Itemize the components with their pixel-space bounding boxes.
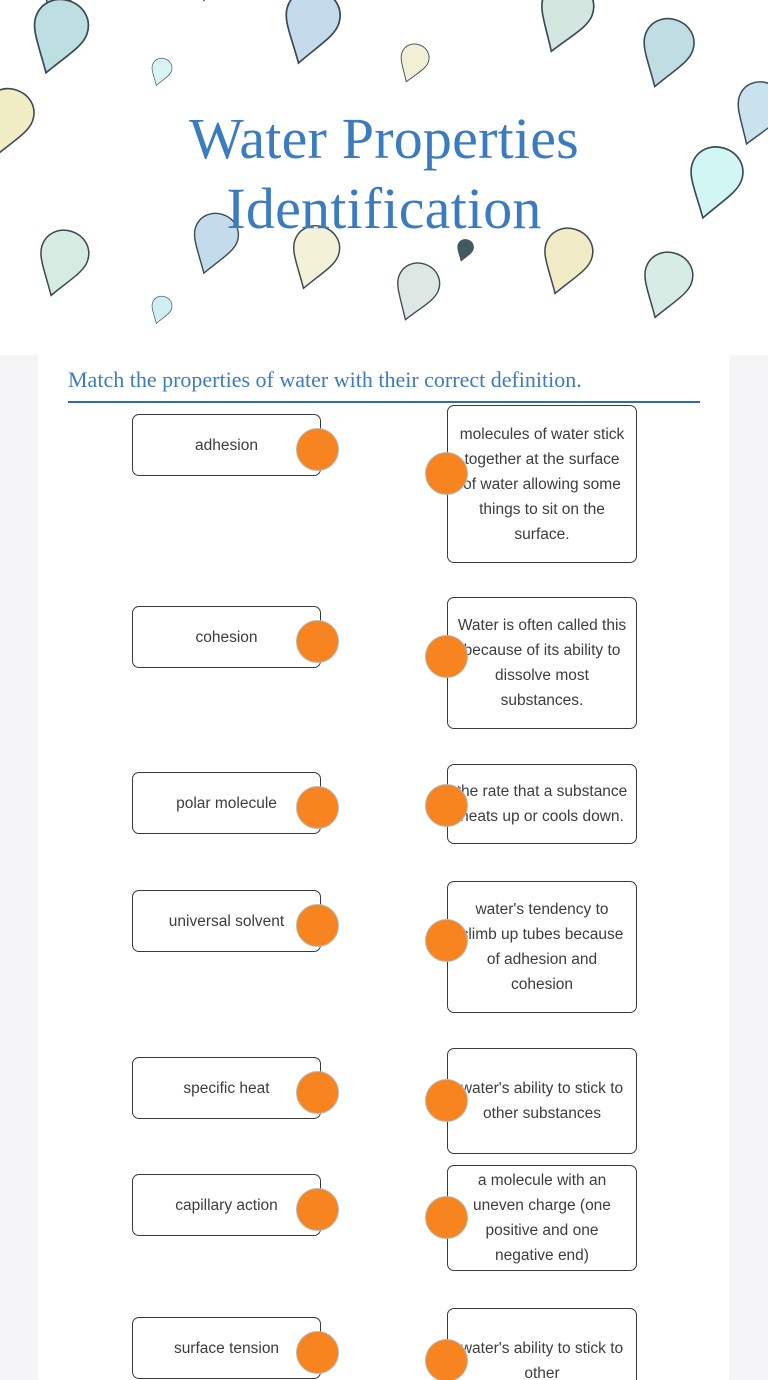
- raindrop-icon: [151, 57, 173, 86]
- definition-box[interactable]: water's ability to stick to other: [447, 1308, 637, 1380]
- definition-connector-dot[interactable]: [425, 635, 468, 678]
- term-connector-dot[interactable]: [296, 1331, 339, 1374]
- raindrop-icon: [541, 0, 595, 53]
- definition-label: Water is often called this because of it…: [457, 617, 627, 709]
- match-row: universal solvent water's tendency to cli…: [38, 881, 729, 1013]
- raindrop-icon: [684, 0, 750, 1]
- term-label: cohesion: [195, 628, 258, 646]
- raindrop-icon-1: [189, 0, 244, 2]
- term-connector-dot[interactable]: [296, 1188, 339, 1231]
- definition-label: molecules of water stick together at the…: [459, 425, 625, 543]
- definition-connector-dot[interactable]: [425, 1339, 468, 1380]
- definition-connector-dot[interactable]: [425, 784, 468, 827]
- term-connector-dot[interactable]: [296, 904, 339, 947]
- raindrop-icon: [151, 295, 173, 324]
- match-row: surface tension water's ability to stick …: [38, 1308, 729, 1380]
- page-title-line-1: Water Properties: [189, 106, 579, 171]
- term-label: specific heat: [183, 1079, 270, 1097]
- match-row: capillary action a molecule with an uneve…: [38, 1165, 729, 1271]
- match-row: polar molecule the rate that a substance …: [38, 764, 729, 844]
- definition-box[interactable]: molecules of water stick together at the…: [447, 405, 637, 563]
- raindrop-icon-9: [400, 43, 430, 83]
- definition-box[interactable]: water's ability to stick to other substa…: [447, 1048, 637, 1154]
- raindrop-icon-20: [151, 295, 173, 324]
- term-connector-dot[interactable]: [296, 428, 339, 471]
- definition-box[interactable]: Water is often called this because of it…: [447, 597, 637, 729]
- raindrop-icon-6: [541, 0, 595, 53]
- raindrop-icon: [431, 0, 496, 6]
- page-title-line-2: Identification: [226, 176, 542, 241]
- term-label: universal solvent: [168, 912, 285, 930]
- raindrop-icon-17: [397, 262, 441, 321]
- definition-label: water's ability to stick to other substa…: [460, 1080, 624, 1122]
- term-box[interactable]: adhesion: [132, 414, 321, 476]
- term-label: capillary action: [175, 1196, 278, 1214]
- definition-label: the rate that a substance heats up or co…: [456, 783, 628, 825]
- raindrop-icon: [644, 251, 694, 319]
- match-row: cohesion Water is often called this becau…: [38, 597, 729, 729]
- definition-connector-dot[interactable]: [425, 1196, 468, 1239]
- raindrop-icon: [189, 0, 244, 2]
- definition-connector-dot[interactable]: [425, 1079, 468, 1122]
- term-connector-dot[interactable]: [296, 786, 339, 829]
- raindrop-icon-7: [643, 17, 695, 88]
- term-box[interactable]: cohesion: [132, 606, 321, 668]
- match-row: adhesion molecules of water stick togethe…: [38, 405, 729, 563]
- term-connector-dot[interactable]: [296, 620, 339, 663]
- term-label: surface tension: [173, 1339, 280, 1357]
- instruction-text: Match the properties of water with their…: [68, 367, 582, 392]
- term-box[interactable]: universal solvent: [132, 890, 321, 952]
- definition-label: water's ability to stick to other: [460, 1340, 624, 1380]
- raindrop-icon: [643, 17, 695, 88]
- term-box[interactable]: capillary action: [132, 1174, 321, 1236]
- worksheet-sheet: Match the properties of water with their…: [38, 355, 729, 1380]
- raindrop-icon-3: [684, 0, 750, 1]
- header-banner: Water Properties Identification: [0, 0, 768, 355]
- definition-connector-dot[interactable]: [425, 452, 468, 495]
- term-box[interactable]: surface tension: [132, 1317, 321, 1379]
- term-label: adhesion: [195, 436, 258, 454]
- worksheet-page: Water Properties Identification Match th…: [0, 0, 768, 1380]
- definition-box[interactable]: the rate that a substance heats up or co…: [447, 764, 637, 844]
- raindrop-icon: [400, 43, 430, 83]
- page-title: Water Properties Identification: [0, 104, 768, 244]
- term-label: polar molecule: [176, 794, 277, 812]
- raindrop-icon-4: [33, 0, 90, 75]
- definition-box[interactable]: a molecule with an uneven charge (one po…: [447, 1165, 637, 1271]
- definition-box[interactable]: water's tendency to climb up tubes becau…: [447, 881, 637, 1013]
- term-box[interactable]: polar molecule: [132, 772, 321, 834]
- instruction-divider: [68, 401, 700, 403]
- raindrop-icon: [285, 0, 341, 65]
- term-box[interactable]: specific heat: [132, 1057, 321, 1119]
- term-connector-dot[interactable]: [296, 1071, 339, 1114]
- raindrop-icon-5: [285, 0, 341, 65]
- raindrop-icon-8: [151, 57, 173, 86]
- match-row: specific heat water's ability to stick to…: [38, 1048, 729, 1154]
- raindrop-icon: [397, 262, 441, 321]
- raindrop-icon-2: [431, 0, 496, 6]
- definition-label: water's tendency to climb up tubes becau…: [460, 901, 624, 993]
- raindrop-icon-19: [644, 251, 694, 319]
- definition-label: a molecule with an uneven charge (one po…: [473, 1172, 611, 1264]
- definition-connector-dot[interactable]: [425, 919, 468, 962]
- raindrop-icon: [33, 0, 90, 75]
